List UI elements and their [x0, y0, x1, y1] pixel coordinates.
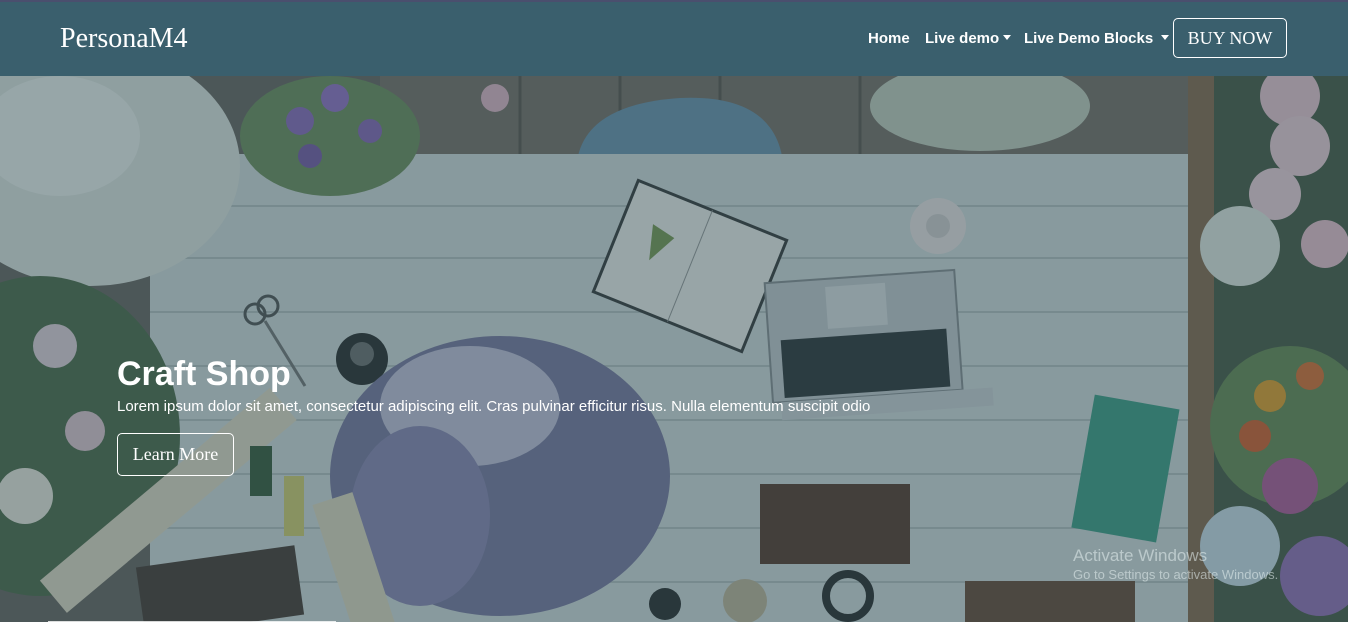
watermark-subtitle: Go to Settings to activate Windows.: [1073, 567, 1279, 582]
hero-title: Craft Shop: [117, 355, 291, 393]
nav-home-label: Home: [868, 30, 910, 47]
watermark-title: Activate Windows: [1073, 546, 1208, 565]
navbar: PersonaM4 Home Live demo Live Demo Block…: [0, 0, 1348, 76]
caret-down-icon: [1161, 34, 1170, 40]
learn-more-button[interactable]: Learn More: [117, 433, 234, 476]
nav-live-demo-dropdown[interactable]: Live demo: [925, 29, 1012, 49]
caret-down-icon: [1003, 34, 1012, 40]
nav-live-demo-blocks-label: Live Demo Blocks: [1024, 30, 1154, 47]
hero-section: Craft Shop Lorem ipsum dolor sit amet, c…: [0, 76, 1348, 622]
top-border: [0, 0, 1348, 2]
brand-logo[interactable]: PersonaM4: [60, 22, 188, 56]
hero-description: Lorem ipsum dolor sit amet, consectetur …: [117, 398, 871, 415]
hero-overlay: [0, 76, 1348, 622]
nav-live-demo-label: Live demo: [925, 30, 1000, 47]
buy-now-button[interactable]: BUY NOW: [1173, 18, 1287, 58]
nav-live-demo-blocks-dropdown[interactable]: Live Demo Blocks: [1024, 29, 1170, 49]
page: PersonaM4 Home Live demo Live Demo Block…: [0, 0, 1348, 622]
activate-windows-watermark: Activate Windows Go to Settings to activ…: [1073, 546, 1278, 583]
nav-home-link[interactable]: Home: [868, 29, 910, 49]
